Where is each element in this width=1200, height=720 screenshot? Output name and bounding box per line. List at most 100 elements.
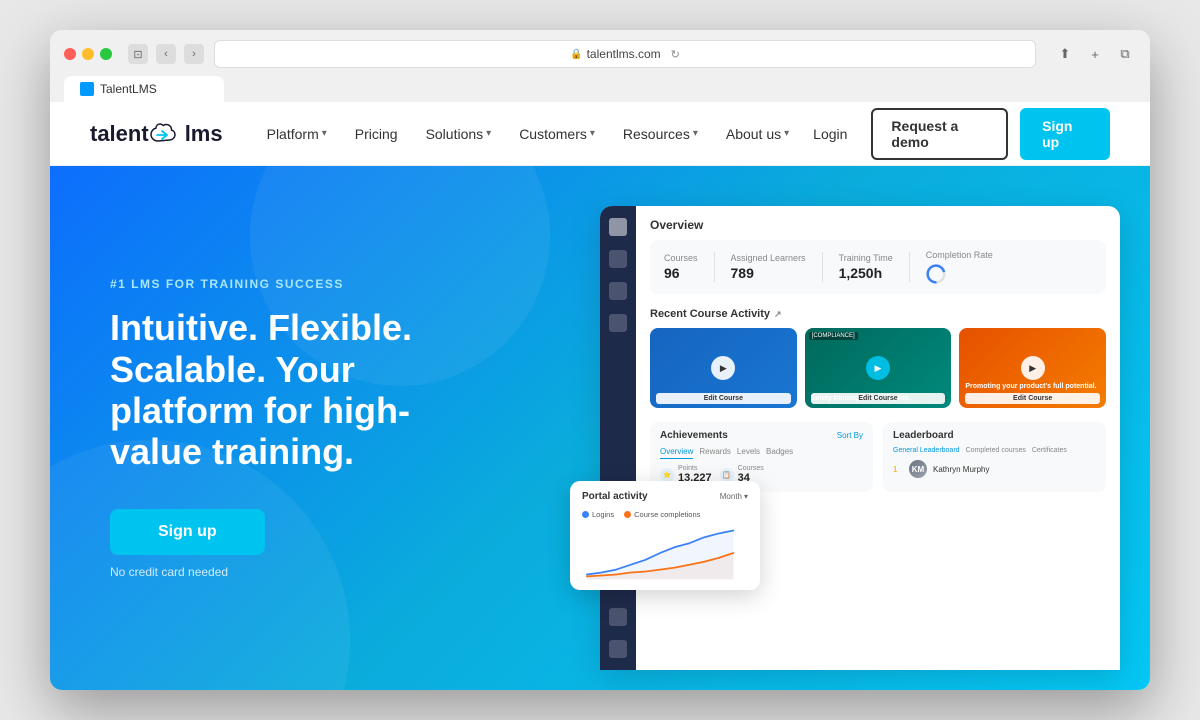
course-card-2[interactable]: ▶ Promoting your product's full potentia… xyxy=(959,328,1106,408)
stat-divider-1 xyxy=(714,252,715,282)
sort-by-label[interactable]: Sort By xyxy=(837,431,863,440)
edit-course-button-0[interactable]: Edit Course xyxy=(656,393,791,404)
active-tab[interactable]: TalentLMS xyxy=(64,76,224,102)
customers-chevron: ▾ xyxy=(590,128,595,139)
stat-courses: Courses 96 xyxy=(664,253,698,281)
compliance-tag: [COMPLIANCE] xyxy=(809,332,858,340)
overview-title: Overview xyxy=(650,218,1106,232)
stat-divider-2 xyxy=(822,252,823,282)
play-button-0[interactable]: ▶ xyxy=(711,356,735,380)
ach-tab-badges[interactable]: Badges xyxy=(766,447,793,459)
sidebar-profile-icon[interactable] xyxy=(609,640,627,658)
hero-signup-button[interactable]: Sign up xyxy=(110,509,265,555)
about-chevron: ▾ xyxy=(784,128,789,139)
courses-ach-label: Courses xyxy=(738,465,764,472)
sidebar-settings-icon[interactable] xyxy=(609,608,627,626)
logins-dot xyxy=(582,511,589,518)
leaderboard-title: Leaderboard xyxy=(893,430,954,441)
ach-tab-levels[interactable]: Levels xyxy=(737,447,760,459)
lb-tab-completed[interactable]: Completed courses xyxy=(966,447,1026,454)
achievements-title: Achievements xyxy=(660,430,728,441)
new-tab-icon[interactable]: + xyxy=(1084,43,1106,65)
share-icon[interactable]: ⬆ xyxy=(1054,43,1076,65)
lb-tab-certificates[interactable]: Certificates xyxy=(1032,447,1067,454)
courses-label: Courses xyxy=(664,253,698,263)
sidebar-users-icon[interactable] xyxy=(609,282,627,300)
sidebar-toggle[interactable]: ⊡ xyxy=(128,44,148,64)
minimize-button[interactable] xyxy=(82,48,94,60)
portal-activity-filter[interactable]: Month ▾ xyxy=(720,492,748,501)
browser-window: ⊡ ‹ › 🔒 talentlms.com ↻ ⬆ + ⧉ TalentLMS xyxy=(50,30,1150,690)
nav-about[interactable]: About us ▾ xyxy=(714,118,801,150)
logo-talent-text: talent xyxy=(90,121,149,147)
course-card-0[interactable]: ▶ Edit Course xyxy=(650,328,797,408)
edit-course-button-1[interactable]: Edit Course xyxy=(811,393,946,404)
course-card-1[interactable]: [COMPLIANCE] ▶ Safety training for emplo… xyxy=(805,328,952,408)
tab-favicon xyxy=(80,82,94,96)
external-link-icon: ↗ xyxy=(774,309,782,320)
reload-icon: ↻ xyxy=(671,48,680,61)
hero-tagline: #1 LMS FOR TRAINING SUCCESS xyxy=(110,277,530,291)
tab-title: TalentLMS xyxy=(100,82,157,96)
nav-pricing[interactable]: Pricing xyxy=(343,118,410,150)
leaderboard-header: Leaderboard xyxy=(893,430,1096,441)
sidebar-home-icon[interactable] xyxy=(609,218,627,236)
play-button-1[interactable]: ▶ xyxy=(866,356,890,380)
lb-avatar-0: KM xyxy=(909,460,927,478)
resources-chevron: ▾ xyxy=(693,128,698,139)
sidebar-reports-icon[interactable] xyxy=(609,314,627,332)
extensions-icon[interactable]: ⧉ xyxy=(1114,43,1136,65)
hero-headline: Intuitive. Flexible.Scalable. Yourplatfo… xyxy=(110,307,530,473)
maximize-button[interactable] xyxy=(100,48,112,60)
lb-rank-0: 1 xyxy=(893,465,903,474)
logo[interactable]: talent lms xyxy=(90,121,223,147)
platform-chevron: ▾ xyxy=(322,128,327,139)
lb-name-0: Kathryn Murphy xyxy=(933,465,989,474)
address-bar[interactable]: 🔒 talentlms.com ↻ xyxy=(214,40,1036,68)
stat-training-time: Training Time 1,250h xyxy=(839,253,893,281)
nav-actions: Login Request a demo Sign up xyxy=(801,108,1110,160)
courses-icon: 📋 xyxy=(720,468,734,482)
close-button[interactable] xyxy=(64,48,76,60)
url-text: talentlms.com xyxy=(587,47,661,61)
hero-note: No credit card needed xyxy=(110,565,228,579)
nav-resources[interactable]: Resources ▾ xyxy=(611,118,710,150)
stat-completion: Completion Rate xyxy=(926,250,993,284)
edit-course-button-2[interactable]: Edit Course xyxy=(965,393,1100,404)
portal-activity-title: Portal activity xyxy=(582,491,648,502)
dashboard-main: Overview Courses 96 Assigned Learners 78… xyxy=(600,206,1120,670)
play-button-2[interactable]: ▶ xyxy=(1021,356,1045,380)
nav-solutions[interactable]: Solutions ▾ xyxy=(414,118,504,150)
browser-chrome: ⊡ ‹ › 🔒 talentlms.com ↻ ⬆ + ⧉ TalentLMS xyxy=(50,30,1150,102)
achievements-header: Achievements Sort By xyxy=(660,430,863,441)
training-time-label: Training Time xyxy=(839,253,893,263)
website: talent lms Platform ▾ Pricing Solutions xyxy=(50,102,1150,690)
forward-button[interactable]: › xyxy=(184,44,204,64)
portal-activity-header: Portal activity Month ▾ xyxy=(582,491,748,502)
sidebar-courses-icon[interactable] xyxy=(609,250,627,268)
lb-avatar-inner-0: KM xyxy=(909,460,927,478)
courses-value: 96 xyxy=(664,265,698,281)
ach-tab-overview[interactable]: Overview xyxy=(660,447,693,459)
navigation: talent lms Platform ▾ Pricing Solutions xyxy=(50,102,1150,166)
recent-activity-header: Recent Course Activity ↗ xyxy=(650,308,1106,320)
lb-tab-general[interactable]: General Leaderboard xyxy=(893,447,960,454)
browser-controls: ⊡ ‹ › xyxy=(128,44,204,64)
request-demo-button[interactable]: Request a demo xyxy=(871,108,1008,160)
points-icon: ⭐ xyxy=(660,468,674,482)
login-button[interactable]: Login xyxy=(801,118,859,150)
portal-activity-card: Portal activity Month ▾ Logins xyxy=(570,481,760,590)
signup-button[interactable]: Sign up xyxy=(1020,108,1110,160)
leaderboard-tabs: General Leaderboard Completed courses Ce… xyxy=(893,447,1096,454)
nav-platform[interactable]: Platform ▾ xyxy=(255,118,339,150)
leaderboard-item-0: 1 KM Kathryn Murphy xyxy=(893,460,1096,478)
nav-links: Platform ▾ Pricing Solutions ▾ Customers… xyxy=(255,118,802,150)
nav-customers[interactable]: Customers ▾ xyxy=(507,118,607,150)
hero-left: #1 LMS FOR TRAINING SUCCESS Intuitive. F… xyxy=(110,277,530,579)
stat-learners: Assigned Learners 789 xyxy=(731,253,806,281)
lock-icon: 🔒 xyxy=(570,49,582,60)
training-time-value: 1,250h xyxy=(839,265,893,281)
ach-tab-rewards[interactable]: Rewards xyxy=(699,447,731,459)
back-button[interactable]: ‹ xyxy=(156,44,176,64)
portal-activity-chart xyxy=(582,525,748,580)
